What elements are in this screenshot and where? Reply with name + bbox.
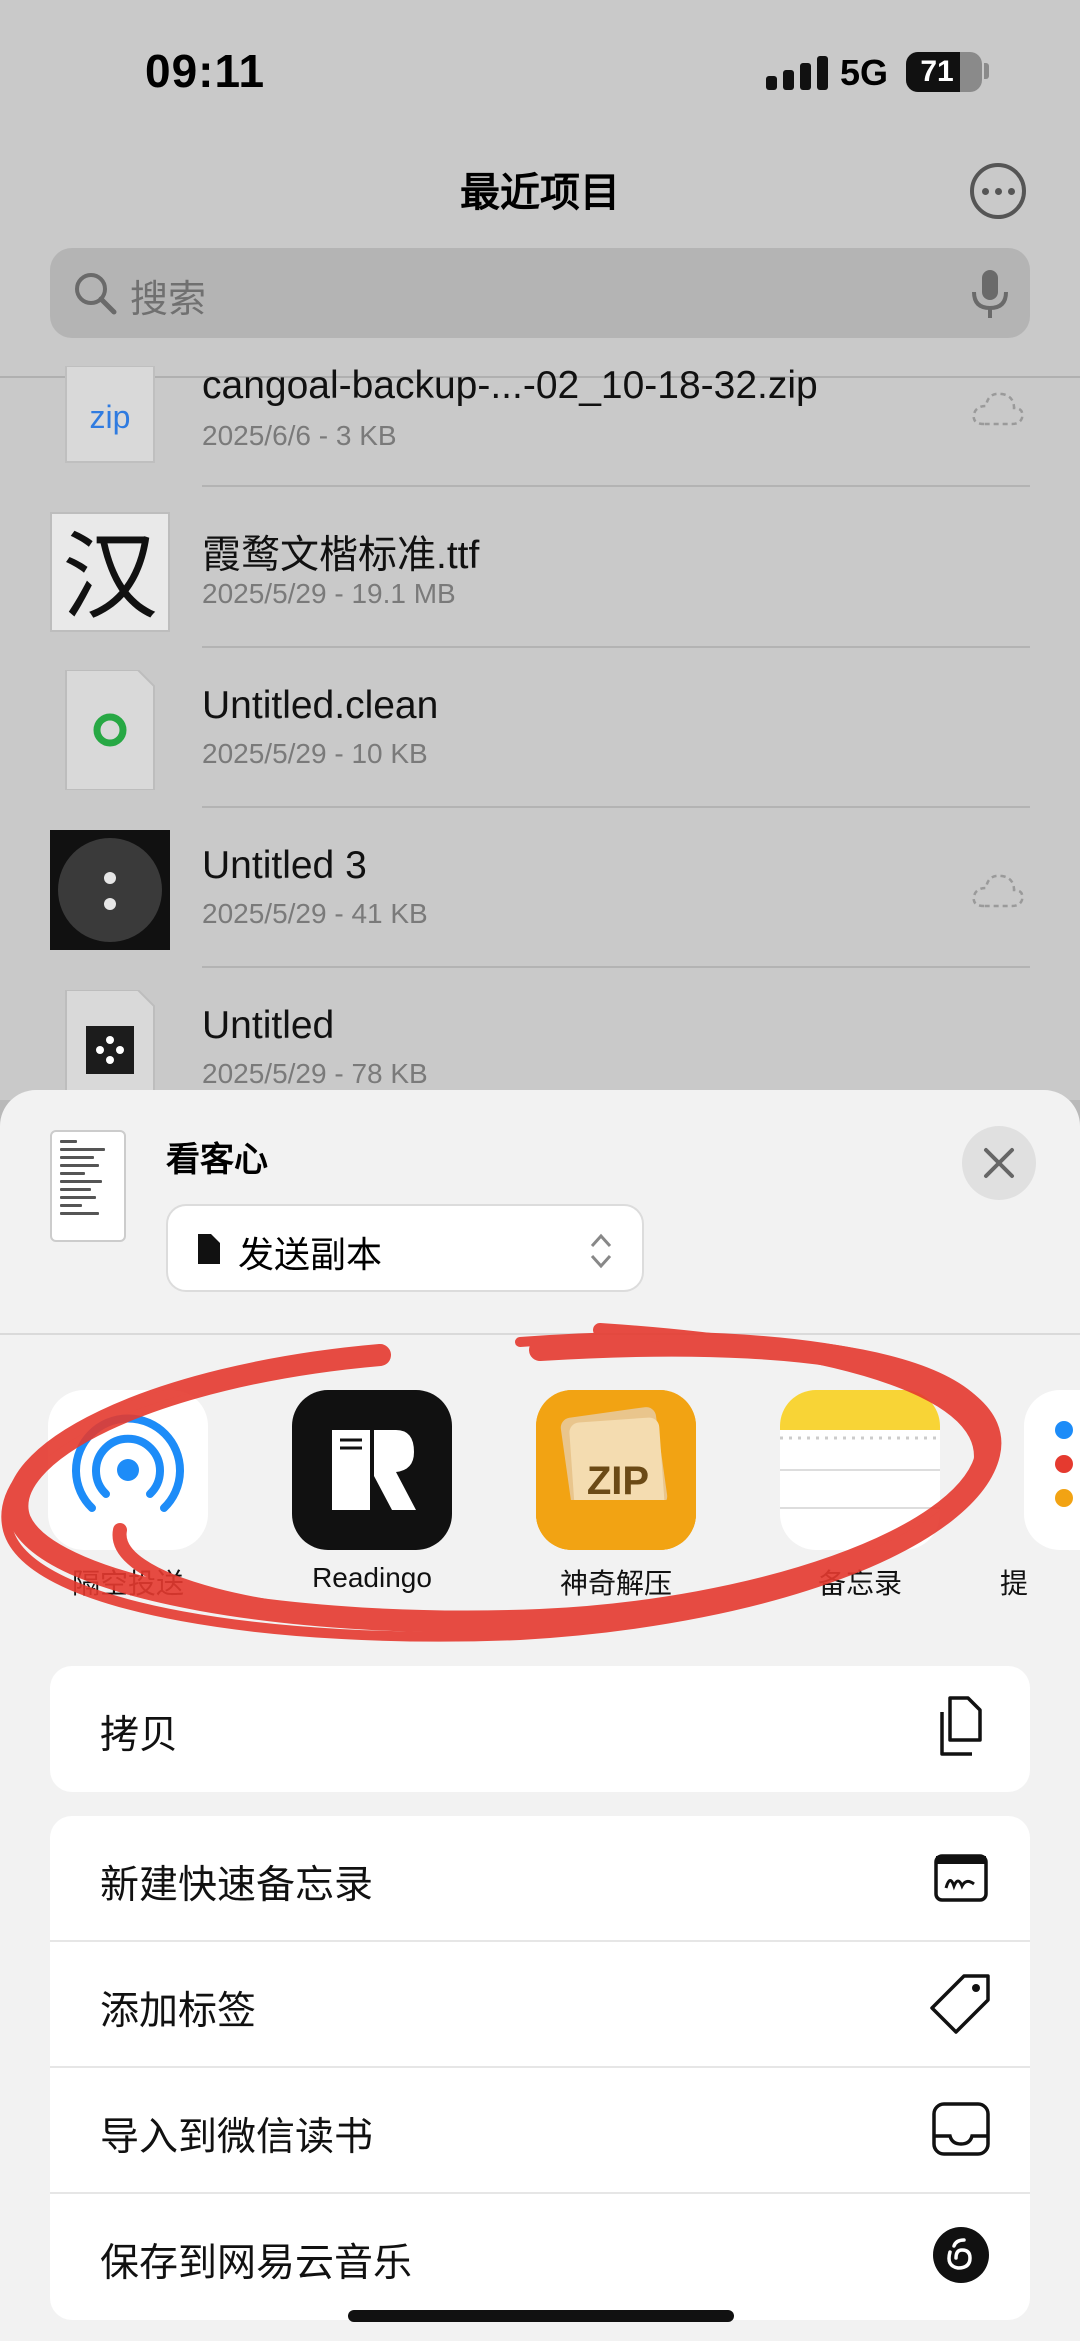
file-meta: 2025/5/29 - 10 KB	[202, 738, 428, 769]
notes-icon	[780, 1390, 940, 1550]
row-separator	[202, 806, 1030, 808]
cloud-download-icon[interactable]	[970, 388, 1026, 428]
file-row[interactable]: Untitled.clean 2025/5/29 - 10 KB	[0, 669, 1080, 830]
search-field[interactable]: 搜索	[50, 248, 1030, 338]
svg-text:zip: zip	[90, 399, 131, 435]
share-document-title: 看客心	[166, 1141, 268, 1179]
chevron-up-down-icon	[590, 1233, 612, 1269]
action-save-netease-music[interactable]: 保存到网易云音乐	[50, 2194, 1030, 2320]
file-row[interactable]: 汉 霞鹜文楷标准.ttf 2025/5/29 - 19.1 MB	[0, 510, 1080, 670]
readingo-icon	[292, 1390, 452, 1550]
file-name: cangoal-backup-...-02_10-18-32.zip	[202, 364, 818, 407]
search-placeholder: 搜索	[130, 279, 207, 321]
battery-cap	[984, 63, 989, 79]
share-sheet: 看客心 发送副本 隔空投送 Readingo ZIP 神奇解压 备忘录 提 拷贝…	[0, 1090, 1080, 2341]
airdrop-icon	[48, 1390, 208, 1550]
svg-text:汉: 汉	[62, 521, 158, 630]
file-meta: 2025/5/29 - 78 KB	[202, 1058, 428, 1089]
status-bar: 09:11 5G 71	[0, 0, 1080, 150]
copy-action[interactable]: 拷贝	[50, 1666, 1030, 1792]
send-option-label: 发送副本	[238, 1234, 383, 1275]
document-thumbnail	[50, 1130, 126, 1242]
app-label: 神奇解压	[559, 1568, 672, 1599]
header-separator	[0, 1333, 1080, 1335]
dark-dial-icon	[50, 830, 170, 950]
file-row[interactable]: zip cangoal-backup-...-02_10-18-32.zip 2…	[0, 350, 1080, 510]
file-name: Untitled 3	[202, 844, 367, 887]
ellipsis-circle-icon[interactable]	[970, 163, 1026, 219]
app-label: 隔空投送	[71, 1568, 184, 1599]
zip-file-icon: zip	[50, 365, 170, 466]
app-label: 备忘录	[817, 1568, 902, 1599]
file-name: Untitled	[202, 1004, 335, 1047]
app-label: Readingo	[312, 1562, 432, 1593]
font-file-icon: 汉	[50, 512, 170, 633]
svg-text:ZIP: ZIP	[587, 1459, 649, 1503]
action-quick-note[interactable]: 新建快速备忘录	[50, 1816, 1030, 1942]
page-title: 最近项目	[460, 171, 620, 215]
cellular-signal-icon	[766, 56, 830, 90]
cloud-download-icon[interactable]	[970, 870, 1026, 910]
file-name: 霞鹜文楷标准.ttf	[202, 534, 480, 577]
reminders-icon	[1024, 1390, 1080, 1550]
netease-music-icon	[933, 2227, 989, 2283]
action-import-wechat-read[interactable]: 导入到微信读书	[50, 2068, 1030, 2194]
search-icon	[75, 273, 117, 315]
file-meta: 2025/6/6 - 3 KB	[202, 420, 397, 451]
actions-card: 新建快速备忘录 添加标签 导入到微信读书 保存到网易云音乐	[50, 1816, 1030, 2320]
close-icon	[984, 1148, 1014, 1178]
file-meta: 2025/5/29 - 41 KB	[202, 898, 428, 929]
battery-level: 71	[920, 55, 954, 88]
clean-file-icon	[50, 669, 170, 791]
file-row[interactable]: Untitled 3 2025/5/29 - 41 KB	[0, 830, 1080, 990]
copy-icon	[940, 1696, 982, 1756]
file-meta: 2025/5/29 - 19.1 MB	[202, 578, 456, 609]
battery-icon: 71	[906, 52, 982, 92]
file-name: Untitled.clean	[202, 684, 439, 727]
share-app-row: 隔空投送 Readingo ZIP 神奇解压 备忘录 提	[0, 1390, 1080, 1650]
action-label: 添加标签	[100, 1990, 257, 2033]
share-sheet-header: 看客心 发送副本	[0, 1090, 1080, 1335]
quick-note-icon	[934, 1854, 988, 1902]
action-label: 新建快速备忘录	[100, 1864, 374, 1907]
network-type: 5G	[840, 52, 889, 93]
zip-app-icon: ZIP	[536, 1390, 696, 1550]
copy-card: 拷贝	[50, 1666, 1030, 1792]
microphone-icon[interactable]	[968, 268, 1012, 320]
action-add-tag[interactable]: 添加标签	[50, 1942, 1030, 2068]
row-separator	[202, 966, 1030, 968]
status-time: 09:11	[145, 45, 266, 97]
action-label: 导入到微信读书	[100, 2116, 374, 2159]
action-label: 保存到网易云音乐	[100, 2242, 413, 2285]
row-separator	[202, 485, 1030, 487]
files-screen-dimmed: 09:11 5G 71 最近项目 搜索 zip cangoal-backup-.…	[0, 0, 1080, 1111]
row-separator	[202, 646, 1030, 648]
close-button[interactable]	[962, 1126, 1036, 1200]
inbox-tray-icon	[932, 2102, 990, 2156]
action-label: 拷贝	[100, 1714, 179, 1757]
tag-icon	[930, 1974, 990, 2034]
app-label: 提	[1000, 1568, 1029, 1599]
send-copy-dropdown[interactable]: 发送副本	[166, 1204, 644, 1292]
document-icon	[198, 1234, 220, 1264]
home-indicator[interactable]	[348, 2310, 734, 2322]
